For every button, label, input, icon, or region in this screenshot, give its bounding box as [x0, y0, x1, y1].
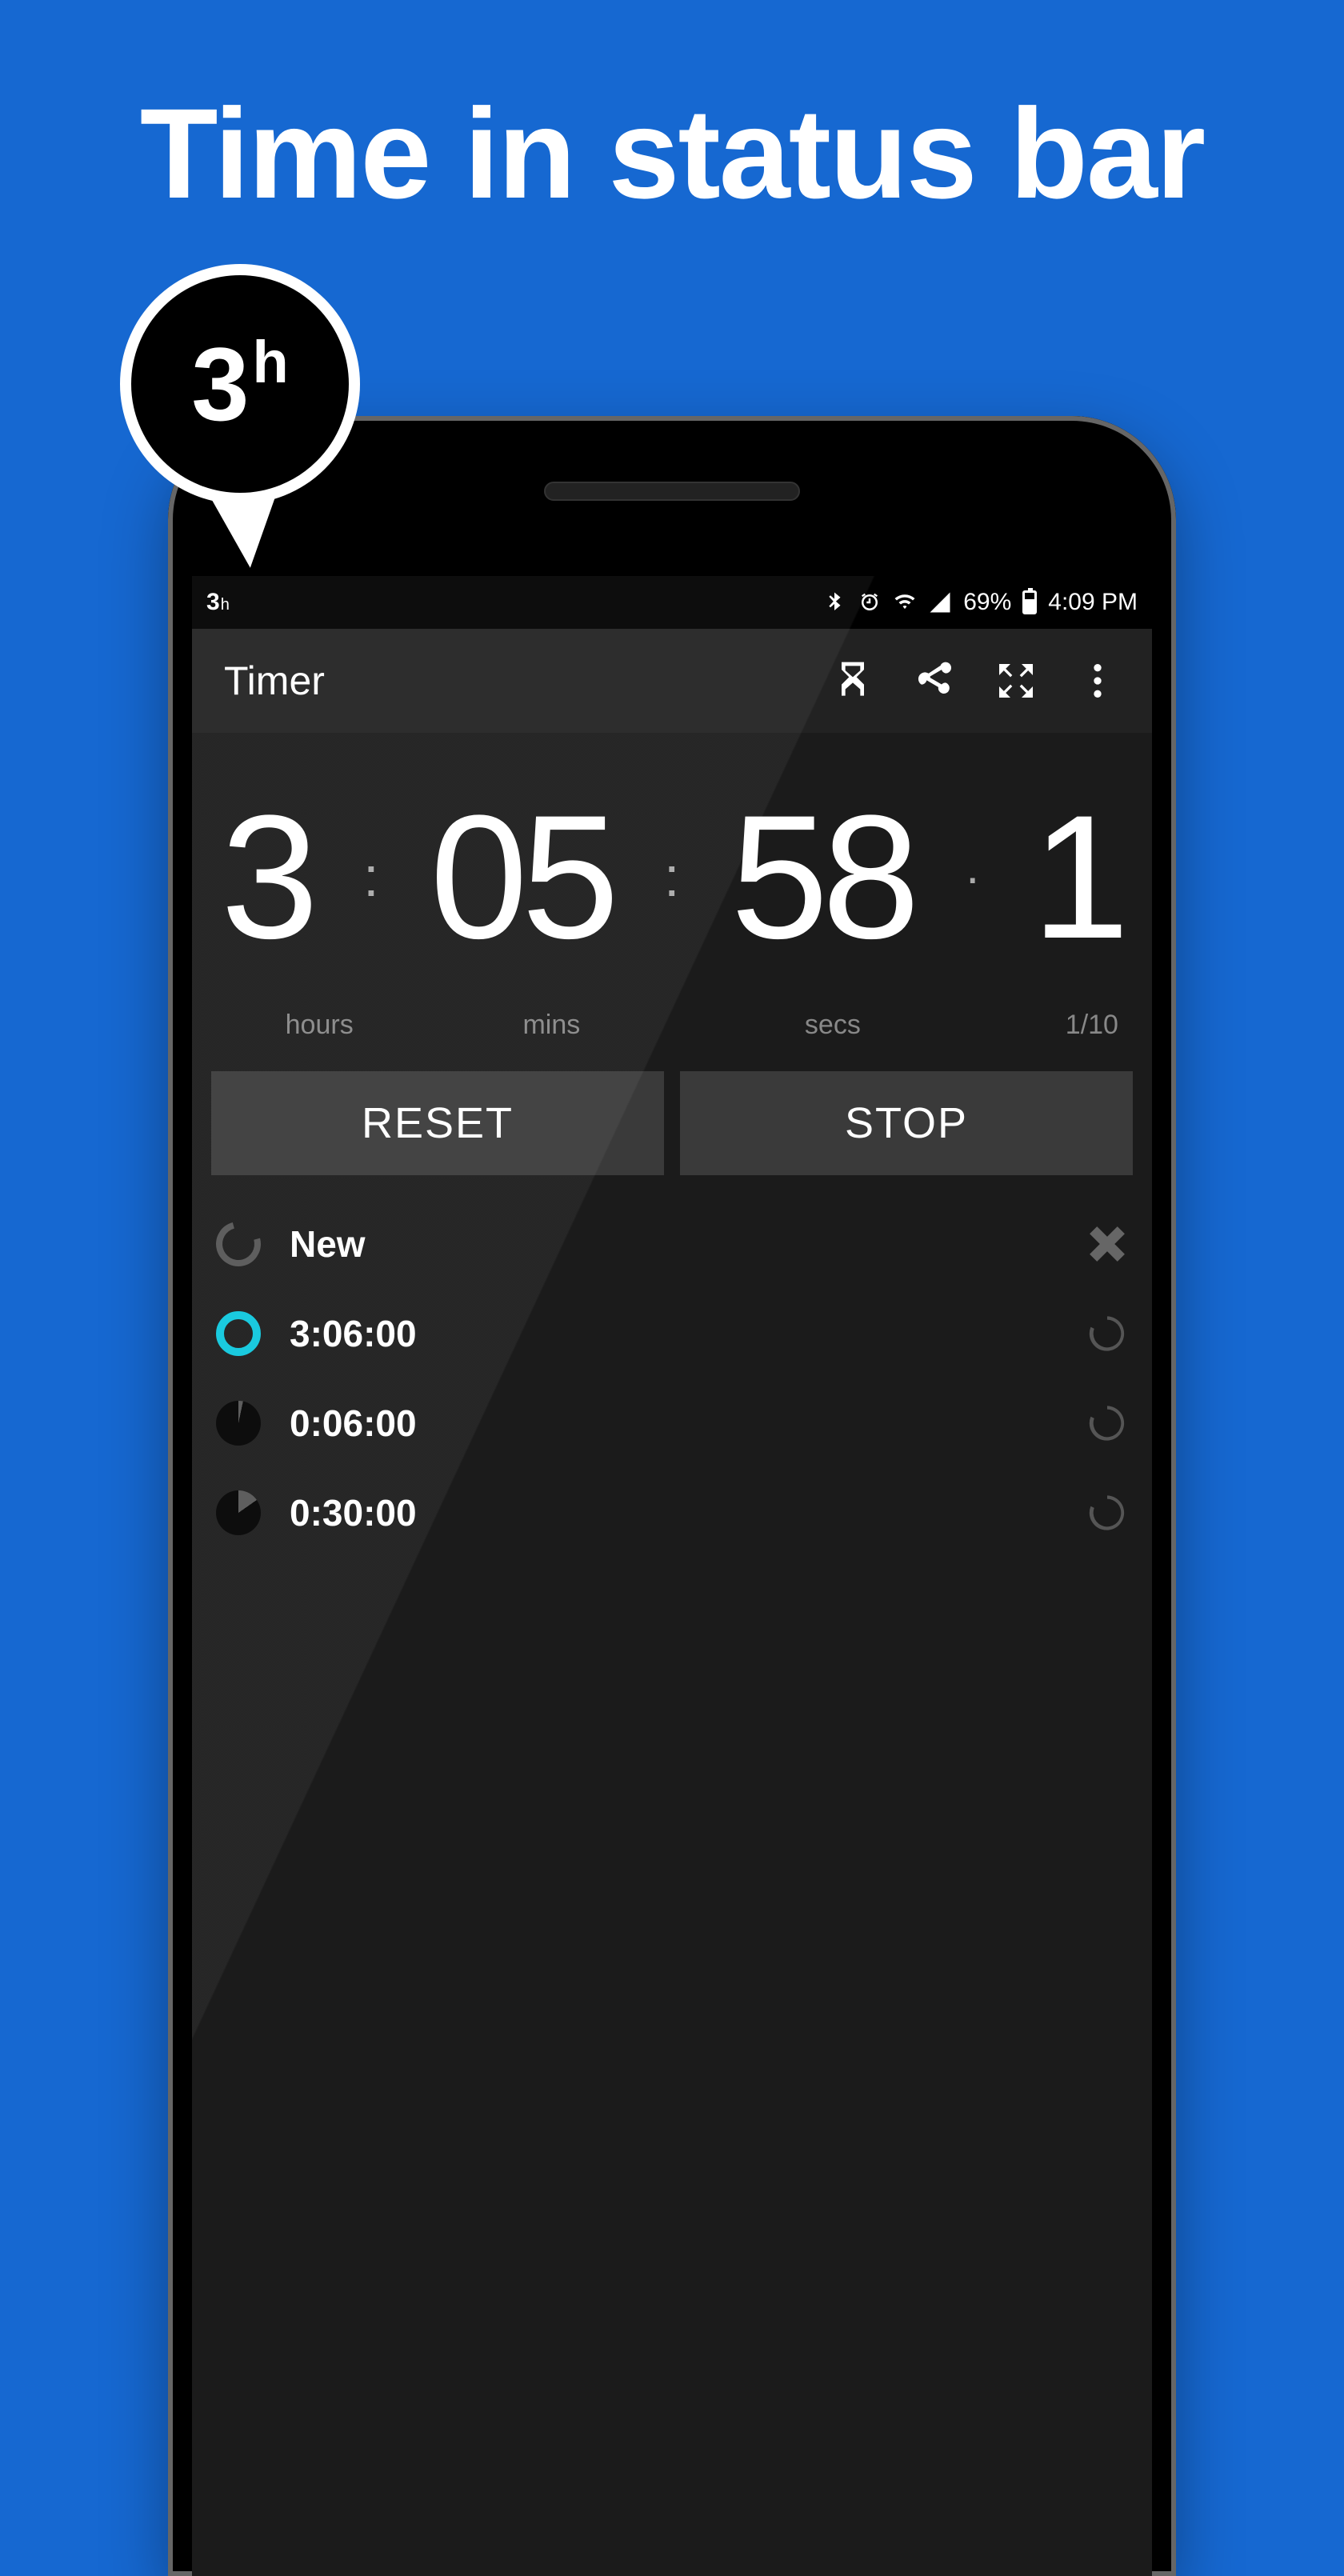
callout-unit: h [253, 328, 289, 396]
hourglass-icon[interactable] [830, 658, 875, 703]
statusbar-clock: 4:09 PM [1048, 589, 1138, 616]
share-icon[interactable] [912, 658, 957, 703]
progress-pie-icon [216, 1401, 261, 1446]
list-item[interactable]: 0:06:00 [216, 1378, 1128, 1468]
screen: 3 h 69% 4:09 PM [192, 576, 1152, 2576]
alarm-icon [858, 590, 882, 614]
close-icon[interactable] [1086, 1223, 1128, 1265]
list-item-label: 0:30:00 [290, 1491, 1086, 1534]
app-bar: Timer [192, 629, 1152, 733]
timer-mins: 05 [430, 789, 613, 965]
list-item-label: 0:06:00 [290, 1402, 1086, 1445]
phone-speaker [544, 482, 800, 501]
android-statusbar: 3 h 69% 4:09 PM [192, 576, 1152, 629]
callout-value: 3 [191, 332, 249, 436]
signal-icon [928, 590, 952, 614]
list-item[interactable]: New [216, 1199, 1128, 1289]
app-title: Timer [224, 658, 794, 704]
battery-percent: 69% [963, 589, 1011, 616]
spinner-icon [216, 1222, 261, 1266]
active-ring-icon [216, 1311, 261, 1356]
label-tenths: 1/10 [975, 1010, 1118, 1041]
refresh-icon[interactable] [1086, 1402, 1128, 1444]
label-hours: hours [226, 1010, 413, 1041]
refresh-icon[interactable] [1086, 1492, 1128, 1534]
timer-secs: 58 [730, 789, 914, 965]
reset-button[interactable]: RESET [211, 1071, 664, 1175]
list-item[interactable]: 3:06:00 [216, 1289, 1128, 1378]
fullscreen-icon[interactable] [994, 658, 1038, 703]
list-item-label: 3:06:00 [290, 1312, 1086, 1355]
phone-frame: 3 h 69% 4:09 PM [168, 416, 1176, 2576]
timer-hours: 3 [221, 789, 312, 965]
list-item[interactable]: 0:30:00 [216, 1468, 1128, 1558]
progress-pie-icon [216, 1490, 261, 1535]
timer-tenths: 1 [1032, 789, 1123, 965]
callout-bubble: 3 h [120, 264, 384, 528]
statusbar-timer-indicator: 3 h [206, 589, 230, 616]
overflow-menu-icon[interactable] [1075, 658, 1120, 703]
label-secs: secs [690, 1010, 975, 1041]
label-mins: mins [413, 1010, 690, 1041]
timer-display: 3 : 05 : 58 · 1 hours mins secs 1/10 [192, 733, 1152, 1065]
timer-list: New 3:06:00 0:06:00 [192, 1175, 1152, 1582]
list-item-label: New [290, 1222, 1086, 1266]
bluetooth-icon [822, 590, 846, 614]
refresh-icon[interactable] [1086, 1313, 1128, 1354]
stop-button[interactable]: STOP [680, 1071, 1133, 1175]
wifi-icon [893, 590, 917, 614]
battery-icon [1022, 590, 1037, 614]
headline: Time in status bar [0, 0, 1344, 227]
